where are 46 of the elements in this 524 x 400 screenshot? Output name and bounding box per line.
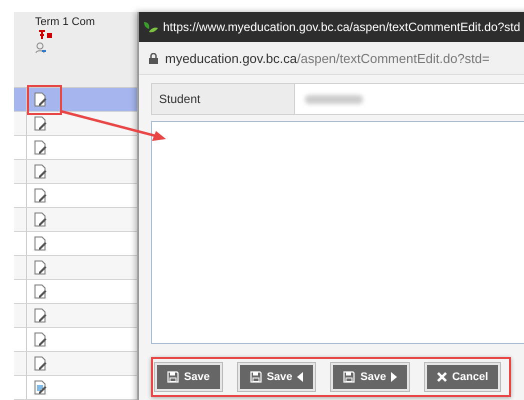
- table-cell[interactable]: [27, 376, 138, 400]
- lock-icon: [149, 52, 158, 64]
- user-icon[interactable]: [35, 42, 47, 54]
- save-button[interactable]: Save: [238, 363, 316, 391]
- comment-field[interactable]: [151, 121, 524, 344]
- table-cell[interactable]: [27, 256, 138, 280]
- document-edit-icon[interactable]: [34, 308, 47, 323]
- document-edit-icon[interactable]: [34, 164, 47, 179]
- table-cell[interactable]: [27, 232, 138, 256]
- document-edit-icon[interactable]: [34, 212, 47, 227]
- document-edit-icon[interactable]: [34, 116, 47, 131]
- document-edit-icon[interactable]: [34, 140, 47, 155]
- table-cell[interactable]: [27, 184, 138, 208]
- table-cell[interactable]: [27, 112, 138, 136]
- table-cell[interactable]: [27, 328, 138, 352]
- table-cell[interactable]: [27, 160, 138, 184]
- cross-icon: [437, 372, 448, 382]
- table-cell[interactable]: [27, 304, 138, 328]
- document-edit-icon[interactable]: [34, 260, 47, 275]
- pin-icon[interactable]: [38, 30, 54, 40]
- highlight-box: [27, 85, 62, 115]
- address-bar[interactable]: myeducation.gov.bc.ca/aspen/textCommentEdit.do?std=: [139, 42, 524, 75]
- leaf-icon: [143, 20, 159, 34]
- right-triangle-icon: [391, 372, 398, 382]
- table-cell[interactable]: [27, 136, 138, 160]
- document-edit-icon[interactable]: [34, 332, 47, 347]
- document-edit-icon[interactable]: [34, 92, 47, 107]
- student-label: Student: [152, 84, 295, 114]
- filled-document-icon[interactable]: [34, 380, 47, 395]
- column-header[interactable]: Term 1 Com: [27, 12, 138, 88]
- document-edit-icon[interactable]: [34, 356, 47, 371]
- window-title: https://www.myeducation.gov.bc.ca/aspen/textCommentEdit.do?std: [163, 20, 520, 34]
- table-cell[interactable]: [27, 208, 138, 232]
- left-triangle-icon: [297, 372, 304, 382]
- cancel-button[interactable]: Cancel: [425, 363, 500, 391]
- document-edit-icon[interactable]: [34, 188, 47, 203]
- table-cell[interactable]: [27, 280, 138, 304]
- column-title: Term 1 Com: [35, 16, 95, 28]
- save-button[interactable]: Save: [155, 363, 222, 391]
- table-cell[interactable]: [27, 88, 138, 112]
- blurred-name: [305, 94, 363, 104]
- document-edit-icon[interactable]: [34, 284, 47, 299]
- url-text: myeducation.gov.bc.ca/aspen/textCommentEdit.do?std=: [165, 50, 490, 66]
- save-button[interactable]: Save: [331, 363, 410, 391]
- table-cell[interactable]: [27, 352, 138, 376]
- document-edit-icon[interactable]: [34, 236, 47, 251]
